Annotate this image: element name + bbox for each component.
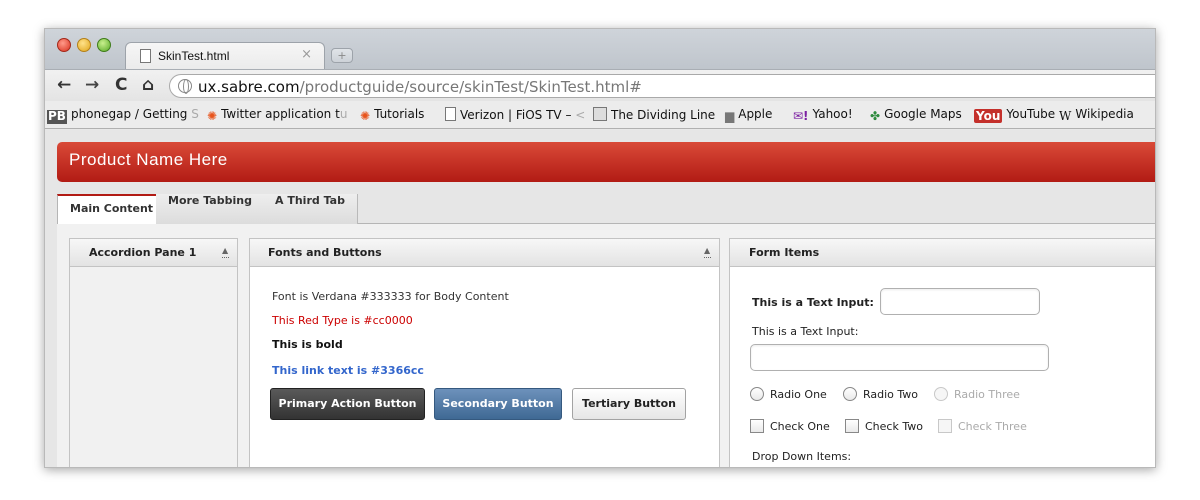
bookmark-wikipedia[interactable]: W Wikipedia (1059, 107, 1134, 124)
radio-circle-icon (934, 387, 948, 401)
fonts-panel-header: Fonts and Buttons ▲ (250, 239, 719, 267)
bookmark-youtube[interactable]: You YouTube (974, 107, 1055, 123)
bookmark-label: Wikipedia (1075, 107, 1134, 121)
text-input-label-inline: This is a Text Input: (752, 296, 874, 309)
bookmark-the-dividing-line[interactable]: The Dividing Line (593, 107, 715, 122)
tab-more-tabbing[interactable]: More Tabbing (156, 194, 265, 224)
form-panel-header: Form Items (730, 239, 1155, 267)
form-panel-title: Form Items (749, 246, 820, 259)
youtube-icon: You (974, 109, 1003, 123)
back-button[interactable]: ← (57, 75, 71, 95)
fonts-buttons-panel: Fonts and Buttons ▲ Font is Verdana #333… (249, 238, 720, 467)
bookmark-phonegap-getting[interactable]: PB phonegap / Getting S (47, 107, 199, 124)
accordion-panel: Accordion Pane 1 ▲ (69, 238, 238, 467)
checkbox-icon (938, 419, 952, 433)
text-input-inline[interactable] (880, 288, 1040, 315)
tab-strip: SkinTest.html × + (45, 29, 1155, 69)
check-one[interactable]: Check One (750, 419, 830, 433)
page-content: Product Name Here Main Content More Tabb… (45, 130, 1155, 467)
new-tab-button[interactable]: + (331, 48, 353, 63)
bold-text-sample: This is bold (272, 338, 343, 351)
reload-button[interactable]: C (115, 75, 127, 95)
app-header: Product Name Here (57, 142, 1155, 182)
bookmark-label-fade: u (339, 107, 348, 121)
bookmark-tutorials[interactable]: ✺ Tutorials (360, 107, 424, 124)
window-maximize-button[interactable] (97, 38, 111, 52)
bookmark-label-fade: S (187, 107, 199, 121)
bookmark-label: phonegap / Getting (70, 107, 188, 121)
bookmark-apple[interactable]: ▆ Apple (725, 107, 772, 124)
bookmark-label: The Dividing Line (611, 108, 716, 122)
primary-action-button[interactable]: Primary Action Button (270, 388, 425, 420)
bookmark-label: Twitter application t (221, 107, 340, 121)
bookmark-label-fade: < (571, 108, 586, 122)
bookmark-verizon-fios-tv[interactable]: Verizon | FiOS TV – < (445, 107, 585, 122)
bookmark-label: Apple (738, 107, 773, 121)
bookmark-label: Google Maps (884, 107, 962, 121)
bookmark-twitter-application-t[interactable]: ✺ Twitter application tu (207, 107, 347, 124)
tertiary-button[interactable]: Tertiary Button (572, 388, 686, 420)
radio-circle-icon (843, 387, 857, 401)
bookmark-label: Tutorials (374, 107, 425, 121)
apple-icon: ▆ (725, 109, 735, 123)
bookmark-label: Verizon | FiOS TV – (460, 108, 572, 122)
text-input-label-stacked: This is a Text Input: (752, 325, 859, 338)
checkbox-icon (750, 419, 764, 433)
tutorials-star-icon: ✺ (207, 109, 218, 123)
radio-two[interactable]: Radio Two (843, 387, 918, 401)
tab-a-third-tab[interactable]: A Third Tab (263, 194, 358, 224)
window-minimize-button[interactable] (77, 38, 91, 52)
globe-icon (178, 79, 192, 94)
secondary-button[interactable]: Secondary Button (434, 388, 562, 420)
address-toolbar: ← → C ⌂ ux.sabre.com/productguide/source… (45, 69, 1155, 101)
url-text: ux.sabre.com/productguide/source/skinTes… (198, 78, 642, 96)
text-input-stacked[interactable] (750, 344, 1049, 371)
bookmark-yahoo[interactable]: ✉! Yahoo! (793, 107, 853, 124)
book-icon (593, 107, 607, 121)
collapse-arrow-icon[interactable]: ▲ (222, 247, 229, 258)
body-text-sample: Font is Verdana #333333 for Body Content (272, 290, 509, 303)
red-text-sample: This Red Type is #cc0000 (272, 314, 413, 327)
checkbox-icon (845, 419, 859, 433)
accordion-title: Accordion Pane 1 (89, 246, 197, 259)
app-tabs: Main Content More Tabbing A Third Tab (57, 194, 1155, 225)
link-text-sample[interactable]: This link text is #3366cc (272, 364, 424, 377)
collapse-arrow-icon[interactable]: ▲ (704, 247, 711, 258)
check-three-disabled: Check Three (938, 419, 1027, 433)
phonegap-icon: PB (47, 109, 67, 124)
tutorials-star-icon: ✺ (360, 109, 371, 123)
bookmark-google-maps[interactable]: ✤ Google Maps (870, 107, 962, 124)
accordion-header[interactable]: Accordion Pane 1 ▲ (70, 239, 237, 267)
radio-circle-icon (750, 387, 764, 401)
browser-window: SkinTest.html × + ← → C ⌂ ux.sabre.com/p… (44, 28, 1156, 468)
fonts-panel-title: Fonts and Buttons (268, 246, 382, 259)
radio-three-disabled: Radio Three (934, 387, 1020, 401)
browser-tab-title: SkinTest.html (158, 49, 230, 63)
document-icon (445, 107, 456, 121)
yahoo-icon: ✉! (793, 109, 809, 123)
dropdown-label: Drop Down Items: (752, 450, 852, 463)
window-close-button[interactable] (57, 38, 71, 52)
product-name: Product Name Here (69, 150, 228, 169)
tab-main-content[interactable]: Main Content (57, 194, 167, 225)
bookmarks-bar: PB phonegap / Getting S ✺ Twitter applicati… (45, 101, 1155, 129)
home-button[interactable]: ⌂ (142, 75, 154, 95)
form-items-panel: Form Items This is a Text Input: This is… (729, 238, 1155, 467)
browser-tab[interactable]: SkinTest.html × (125, 42, 325, 69)
radio-one[interactable]: Radio One (750, 387, 827, 401)
tab-content-area: Accordion Pane 1 ▲ Fonts and Buttons ▲ F… (57, 224, 1155, 467)
forward-button[interactable]: → (85, 75, 99, 95)
address-bar[interactable]: ux.sabre.com/productguide/source/skinTes… (169, 74, 1155, 98)
wikipedia-icon: W (1059, 109, 1072, 123)
tab-close-icon[interactable]: × (301, 47, 312, 62)
bookmark-label: Yahoo! (812, 107, 853, 121)
google-maps-icon: ✤ (870, 109, 881, 123)
bookmark-label: YouTube (1006, 107, 1056, 121)
document-icon (140, 49, 151, 63)
check-two[interactable]: Check Two (845, 419, 923, 433)
